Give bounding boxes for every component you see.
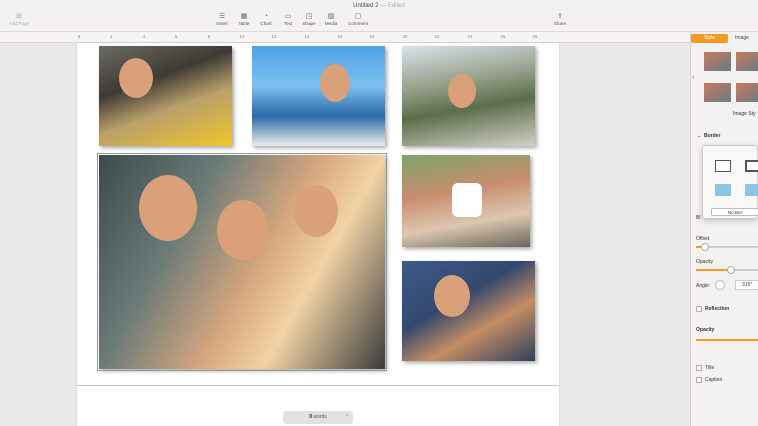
angle-dial[interactable]	[715, 280, 725, 290]
offset-label: Offset	[696, 236, 710, 242]
word-count-value: 0	[309, 414, 313, 420]
photo-selfie-striped-shirt[interactable]	[402, 261, 535, 361]
title-separator: —	[380, 3, 387, 9]
border-label: Border	[704, 133, 721, 139]
opacity-section-label: Opacity	[696, 327, 715, 333]
share-icon: ⇪	[557, 13, 563, 20]
border-swatch-picture-frame[interactable]	[745, 184, 758, 196]
document-canvas[interactable]: 0 words ⌃	[0, 43, 690, 426]
inspector-tabs: Style Image	[691, 34, 758, 44]
opacity-label: Opacity	[696, 259, 713, 265]
chart-icon: ◔	[263, 13, 269, 20]
page-break	[77, 385, 559, 386]
ruler-tick: 24	[467, 34, 473, 39]
watch-icon	[452, 183, 482, 217]
opacity-slider[interactable]	[696, 266, 758, 274]
insert-icon: ☰	[218, 13, 226, 20]
caption-checkbox[interactable]	[696, 377, 702, 383]
page[interactable]	[77, 43, 559, 426]
face	[320, 64, 350, 102]
ruler-tick: 2	[109, 34, 113, 39]
table-icon: ▦	[240, 13, 248, 20]
stepper-arrows-icon: ⌃	[344, 414, 349, 420]
angle-field[interactable]: 315°	[735, 280, 758, 290]
border-disclosure-icon[interactable]: ⌄	[697, 133, 701, 139]
image-style-thumbnail[interactable]	[704, 52, 731, 71]
insert-button[interactable]: ☰ Insert	[211, 13, 233, 26]
reflection-checkbox[interactable]	[696, 306, 702, 312]
ruler-tick: 4	[142, 34, 146, 39]
ruler-tick: 12	[271, 34, 277, 39]
face	[217, 200, 269, 260]
no-border-button[interactable]: No Bor	[711, 208, 758, 216]
image-style-thumbnail[interactable]	[736, 83, 758, 102]
ruler-tick: 6	[174, 34, 178, 39]
face	[294, 185, 338, 237]
chart-button[interactable]: ◔ Chart	[255, 13, 277, 26]
ruler[interactable]: 0 2 4 6 8 10 12 14 16 18 20 22 24 26 28	[0, 32, 690, 43]
ruler-tick: 26	[500, 34, 506, 39]
comment-button[interactable]: ▢ Comment	[346, 13, 370, 26]
tab-style[interactable]: Style	[691, 34, 728, 43]
shape-icon: ◳	[305, 13, 313, 20]
shape-button[interactable]: ◳ Shape	[298, 13, 320, 26]
face	[119, 58, 153, 98]
tab-image[interactable]: Image	[735, 34, 749, 43]
ruler-tick: 18	[369, 34, 375, 39]
comment-icon: ▢	[354, 13, 362, 20]
ruler-tick: 28	[532, 34, 538, 39]
image-styles-label: Image Sty	[733, 111, 756, 117]
border-style-popover: No Bor	[702, 145, 758, 219]
document-name: Untitled 2	[353, 3, 379, 9]
title-checkbox[interactable]	[696, 365, 702, 371]
photo-selfie-yellow-hoodie[interactable]	[99, 46, 232, 146]
share-button[interactable]: ⇪ Share	[549, 13, 571, 26]
photo-peace-sign-sea[interactable]	[252, 46, 385, 146]
photo-smartwatch-wrist[interactable]	[402, 155, 530, 247]
image-opacity-slider[interactable]	[696, 339, 758, 341]
ruler-tick: 10	[239, 34, 245, 39]
image-style-thumbnail[interactable]	[704, 83, 731, 102]
title-label: Title	[705, 365, 715, 371]
blur-label: Bl	[696, 215, 701, 221]
ruler-tick: 8	[207, 34, 211, 39]
document-title: Untitled 2 — Edited	[0, 3, 758, 9]
word-count-label: words	[313, 414, 327, 420]
word-count-control[interactable]: 0 words ⌃	[283, 411, 353, 424]
reflection-label: Reflection	[705, 306, 730, 312]
text-button[interactable]: ▭ Text	[277, 13, 299, 26]
ruler-tick: 22	[434, 34, 440, 39]
format-inspector: Style Image Image Sty ⌄ Border Bl Offset…	[690, 32, 758, 426]
opacity-slider-fill	[696, 269, 731, 271]
face	[139, 175, 197, 241]
border-swatch-picture-frame[interactable]	[715, 184, 731, 196]
toolbar: Untitled 2 — Edited ⊞ Add Page ☰ Insert ▦ T…	[0, 0, 758, 32]
chevron-left-icon[interactable]: ‹	[692, 74, 694, 81]
caption-label: Caption	[705, 377, 723, 383]
photo-sunglasses-street[interactable]	[402, 46, 535, 146]
ruler-tick: 20	[402, 34, 408, 39]
offset-slider-knob[interactable]	[701, 243, 710, 251]
text-icon: ▭	[284, 13, 292, 20]
add-page-button[interactable]: ⊞ Add Page	[4, 13, 34, 26]
border-swatch-thin[interactable]	[715, 160, 731, 172]
opacity-slider-knob[interactable]	[726, 266, 735, 274]
image-style-thumbnail[interactable]	[736, 52, 758, 71]
face	[448, 74, 476, 108]
ruler-tick: 16	[337, 34, 343, 39]
face	[434, 275, 470, 317]
table-button[interactable]: ▦ Table	[233, 13, 255, 26]
photo-stadium-group-selected[interactable]	[97, 153, 387, 371]
border-swatch-thick[interactable]	[745, 160, 758, 172]
edited-status: Edited	[387, 3, 405, 9]
ruler-tick: 0	[77, 34, 81, 39]
offset-slider[interactable]	[696, 243, 758, 251]
media-icon: ▨	[327, 13, 335, 20]
add-page-icon: ⊞	[16, 13, 22, 20]
angle-label: Angle:	[696, 283, 711, 289]
ruler-tick: 14	[304, 34, 310, 39]
media-button[interactable]: ▨ Media	[320, 13, 342, 26]
